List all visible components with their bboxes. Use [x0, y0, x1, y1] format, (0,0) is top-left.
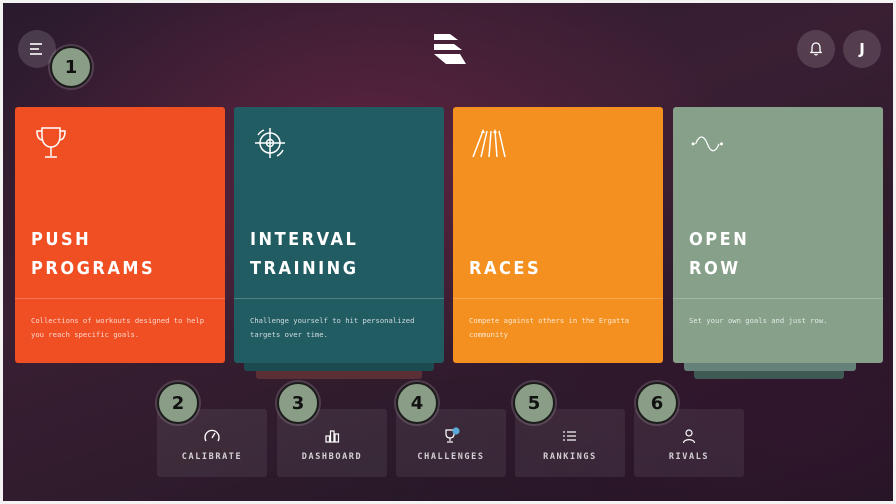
screen-frame: [0, 0, 896, 504]
